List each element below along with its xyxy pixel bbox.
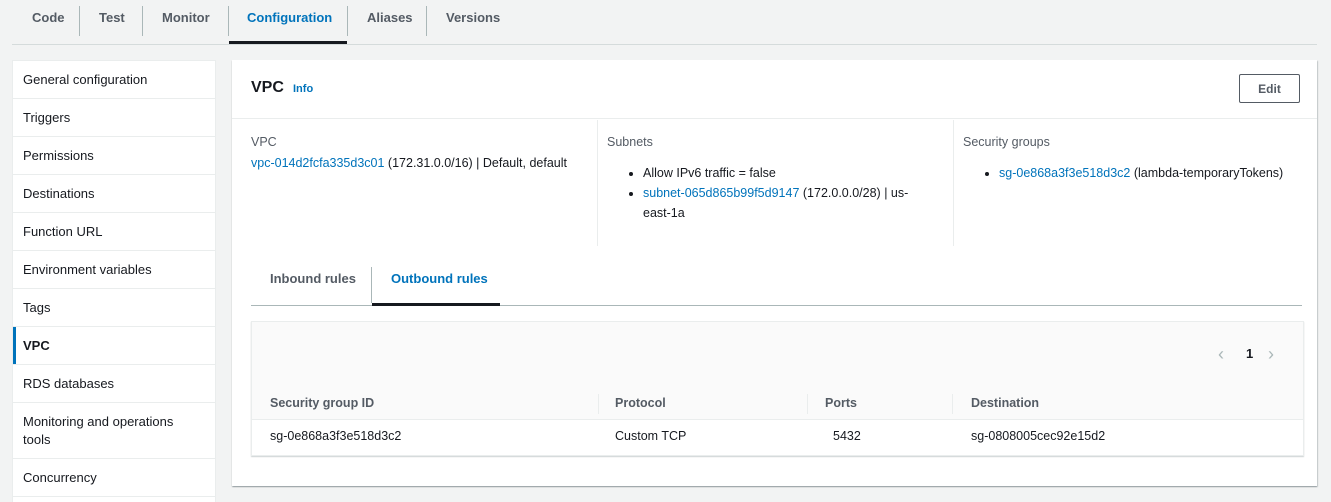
table-toolbar: ‹ 1 › [252,322,1303,389]
tab-test[interactable]: Test [99,0,125,36]
sidebar-item-vpc[interactable]: VPC [13,327,215,365]
panel-title: VPC [251,79,284,96]
security-group-link[interactable]: sg-0e868a3f3e518d3c2 [999,166,1130,180]
sidebar-item-function-url[interactable]: Function URL [13,213,215,251]
list-item: subnet-065d865b99f5d9147 (172.0.0.0/28) … [643,183,933,223]
column-header-destination[interactable]: Destination [971,388,1039,419]
column-header-protocol[interactable]: Protocol [615,388,666,419]
cell-destination: sg-0808005cec92e15d2 [971,429,1106,443]
tab-outbound-rules[interactable]: Outbound rules [391,265,488,301]
sidebar-item-triggers[interactable]: Triggers [13,99,215,137]
cell-protocol: Custom TCP [615,429,687,443]
panel-header: VPC Info Edit [232,60,1317,119]
vpc-details: (172.31.0.0/16) | Default, default [387,156,567,170]
outbound-rules-table: ‹ 1 › Security group ID Protocol Ports D… [251,321,1304,456]
subnet-link[interactable]: subnet-065d865b99f5d9147 [643,186,799,200]
chevron-right-icon[interactable]: › [1268,344,1274,365]
security-group-name: (lambda-temporaryTokens) [1133,166,1284,180]
subnets-list: Allow IPv6 traffic = false subnet-065d86… [625,163,923,223]
column-divider [953,120,954,246]
sidebar-item-destinations[interactable]: Destinations [13,175,215,213]
column-divider [807,394,808,414]
tab-versions[interactable]: Versions [446,0,500,36]
sidebar-item-permissions[interactable]: Permissions [13,137,215,175]
sidebar-item-general-configuration[interactable]: General configuration [13,61,215,99]
tab-divider [79,6,80,36]
vpc-label: VPC [251,135,277,149]
tab-configuration[interactable]: Configuration [247,0,332,36]
cell-security-group-id: sg-0e868a3f3e518d3c2 [270,429,402,443]
chevron-left-icon[interactable]: ‹ [1218,344,1224,365]
security-groups-list: sg-0e868a3f3e518d3c2 (lambda-temporaryTo… [981,163,1331,183]
tab-code[interactable]: Code [32,0,65,36]
vpc-id-link[interactable]: vpc-014d2fcfa335d3c01 [251,156,384,170]
configuration-sidebar: General configuration Triggers Permissio… [12,60,216,502]
list-item: Allow IPv6 traffic = false [643,163,923,183]
subnets-label: Subnets [607,135,653,149]
page-number[interactable]: 1 [1246,346,1253,361]
vpc-value: vpc-014d2fcfa335d3c01 (172.31.0.0/16) | … [251,156,567,170]
edit-button[interactable]: Edit [1239,74,1300,103]
tab-aliases[interactable]: Aliases [367,0,413,36]
column-divider [598,394,599,414]
active-tab-indicator [372,303,500,306]
table-header [252,388,1303,420]
tab-monitor[interactable]: Monitor [162,0,210,36]
tab-divider [142,6,143,36]
vpc-panel: VPC Info Edit VPC vpc-014d2fcfa335d3c01 … [232,60,1317,486]
ipv6-setting: Allow IPv6 traffic = false [643,166,776,180]
tab-divider [347,6,348,36]
tab-divider [426,6,427,36]
list-item: sg-0e868a3f3e518d3c2 (lambda-temporaryTo… [999,163,1331,183]
sidebar-item-concurrency[interactable]: Concurrency [13,459,215,497]
info-link[interactable]: Info [293,83,313,95]
sidebar-item-environment-variables[interactable]: Environment variables [13,251,215,289]
cell-ports: 5432 [833,429,861,443]
sidebar-item-rds-databases[interactable]: RDS databases [13,365,215,403]
column-header-security-group-id[interactable]: Security group ID [270,388,374,419]
column-divider [952,394,953,414]
column-header-ports[interactable]: Ports [825,388,857,419]
sidebar-item-monitoring[interactable]: Monitoring and operations tools [13,403,215,459]
security-groups-label: Security groups [963,135,1050,149]
tab-inbound-rules[interactable]: Inbound rules [270,265,356,301]
top-tabs: Code Test Monitor Configuration Aliases … [12,0,1317,45]
active-tab-indicator [229,41,347,44]
rules-tabs: Inbound rules Outbound rules [251,265,1302,306]
tab-divider [371,267,372,303]
tab-divider [228,6,229,36]
sidebar-item-tags[interactable]: Tags [13,289,215,327]
column-divider [597,120,598,246]
